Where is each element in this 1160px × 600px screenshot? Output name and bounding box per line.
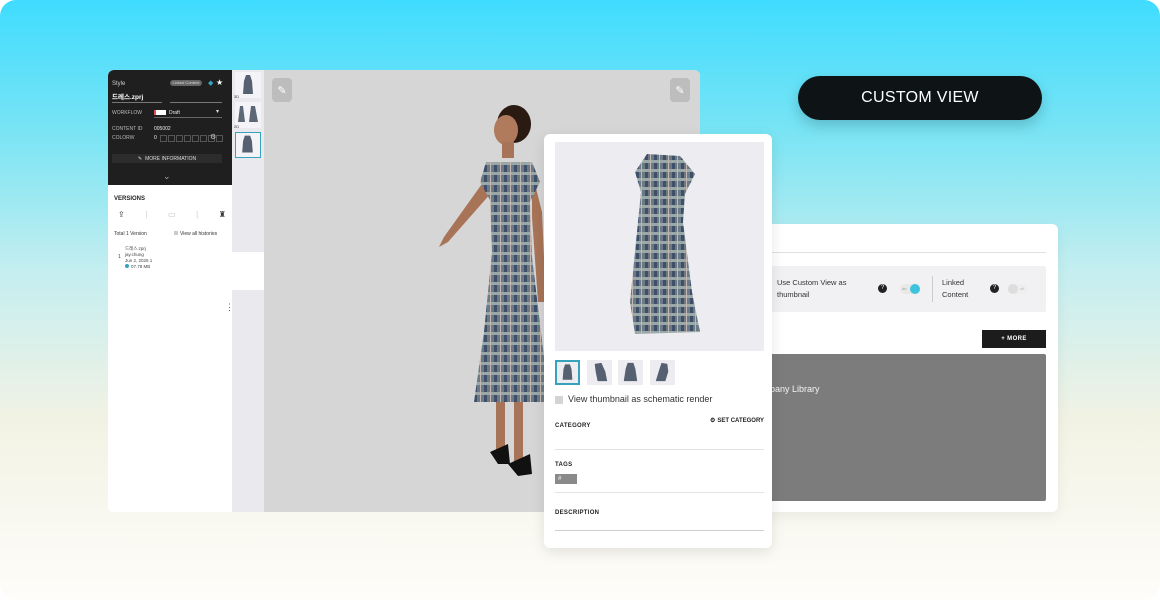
- set-category-label: SET CATEGORY: [717, 418, 765, 424]
- video-icon[interactable]: ▭: [168, 210, 176, 219]
- page: CUSTOM VIEW Style Linked Content ◆ ★ 드레스…: [0, 0, 1160, 600]
- style-label: Style: [112, 81, 126, 87]
- linked-content-toggle[interactable]: off: [1008, 284, 1028, 294]
- versions-title: VERSIONS: [114, 196, 146, 202]
- edit-view-icon[interactable]: ✎: [670, 78, 690, 102]
- view-tile-3[interactable]: [618, 360, 643, 385]
- version-size: 07.78 MB: [131, 264, 151, 269]
- toggle-off-text: off: [1020, 286, 1025, 291]
- left-sidebar: Style Linked Content ◆ ★ 드레스.zprj WORKFL…: [108, 70, 234, 512]
- gear-icon: ⚙: [710, 418, 716, 424]
- dress-preview: [630, 154, 700, 334]
- divider: [555, 449, 764, 450]
- thumb-2d-label: 2D: [234, 124, 240, 129]
- tags-title: TAGS: [555, 462, 573, 468]
- workflow-status-swatch: [154, 110, 166, 115]
- content-id-value: 005002: [154, 126, 171, 132]
- workflow-label: WORKFLOW: [112, 110, 142, 116]
- description-field[interactable]: [555, 530, 764, 531]
- edit-view-icon[interactable]: ✎: [272, 78, 292, 102]
- set-category-button[interactable]: ⚙ SET CATEGORY: [710, 417, 764, 424]
- help-icon[interactable]: ?: [878, 284, 887, 293]
- more-information-label: MORE INFORMATION: [145, 155, 197, 162]
- custom-view-button[interactable]: CUSTOM VIEW: [798, 76, 1042, 120]
- colorway-label: COLORW: [112, 135, 135, 141]
- style-info-panel: Style Linked Content ◆ ★ 드레스.zprj WORKFL…: [108, 70, 232, 185]
- checkbox-icon[interactable]: [174, 231, 178, 235]
- colorway-value: 0: [154, 135, 157, 141]
- separator: |: [196, 210, 199, 219]
- content-id-label: CONTENT ID: [112, 126, 143, 132]
- description-title: DESCRIPTION: [555, 510, 600, 516]
- view-tile-1[interactable]: [555, 360, 580, 385]
- gear-icon[interactable]: ⚙: [210, 133, 216, 141]
- check-circle-icon: [125, 264, 129, 268]
- workflow-value[interactable]: Draft: [169, 110, 180, 116]
- drop-icon: ◆: [208, 80, 214, 87]
- linked-content-badge: Linked Content: [170, 80, 202, 86]
- view-all-histories[interactable]: View all histories: [174, 231, 217, 237]
- schematic-checkbox[interactable]: [555, 396, 563, 404]
- divider: [768, 252, 1046, 253]
- thumb-custom-selected[interactable]: [235, 132, 261, 158]
- thumbnail-settings-panel: Use Custom View as thumbnail ? on Linked…: [768, 224, 1058, 512]
- toggle-knob: [910, 284, 920, 294]
- toggle-knob: [1008, 284, 1018, 294]
- help-icon[interactable]: ?: [990, 284, 999, 293]
- empty-area: [232, 252, 268, 290]
- library-label: pany Library: [770, 384, 820, 394]
- total-versions: Total 1 Version: [114, 231, 147, 237]
- thumbnail-preview: [555, 142, 764, 351]
- divider: [555, 492, 764, 493]
- view-tile-4[interactable]: [650, 360, 675, 385]
- divider: [154, 117, 222, 118]
- divider: [112, 102, 162, 103]
- star-icon[interactable]: ★: [216, 78, 223, 87]
- category-title: CATEGORY: [555, 423, 591, 429]
- use-custom-view-toggle[interactable]: on: [900, 284, 920, 294]
- toggle-on-text: on: [902, 286, 907, 291]
- divider: [170, 102, 222, 103]
- view-tile-2[interactable]: [587, 360, 612, 385]
- view-thumbnail-strip: 3D 2D: [232, 70, 264, 512]
- use-custom-view-label: Use Custom View as thumbnail: [777, 278, 847, 299]
- thumbnail-detail-panel: View thumbnail as schematic render CATEG…: [544, 134, 772, 548]
- version-number: 1: [118, 254, 121, 260]
- thumb-3d-label: 3D: [234, 94, 240, 99]
- more-information-button[interactable]: ✎ MORE INFORMATION: [112, 154, 222, 163]
- file-name: 드레스.zprj: [112, 94, 144, 101]
- version-actions: ⇪ | ▭ | ♜: [118, 210, 226, 219]
- tag-chip[interactable]: #: [555, 474, 577, 484]
- divider: [932, 276, 933, 302]
- separator: |: [145, 210, 148, 219]
- library-drop-area[interactable]: pany Library: [768, 354, 1046, 501]
- expand-chevron-icon[interactable]: ⌄: [163, 171, 171, 182]
- view-all-label: View all histories: [180, 231, 218, 237]
- linked-content-label: Linked Content: [942, 278, 969, 299]
- pencil-icon: ✎: [137, 155, 143, 162]
- schematic-label: View thumbnail as schematic render: [568, 394, 713, 404]
- thumbnail-options-bar: Use Custom View as thumbnail ? on Linked…: [768, 266, 1046, 312]
- garment-icon[interactable]: ♜: [219, 210, 226, 219]
- avatar-model: [439, 105, 549, 476]
- upload-icon[interactable]: ⇪: [118, 210, 125, 219]
- chevron-down-icon[interactable]: ▾: [216, 108, 219, 115]
- more-button[interactable]: + MORE: [982, 330, 1046, 348]
